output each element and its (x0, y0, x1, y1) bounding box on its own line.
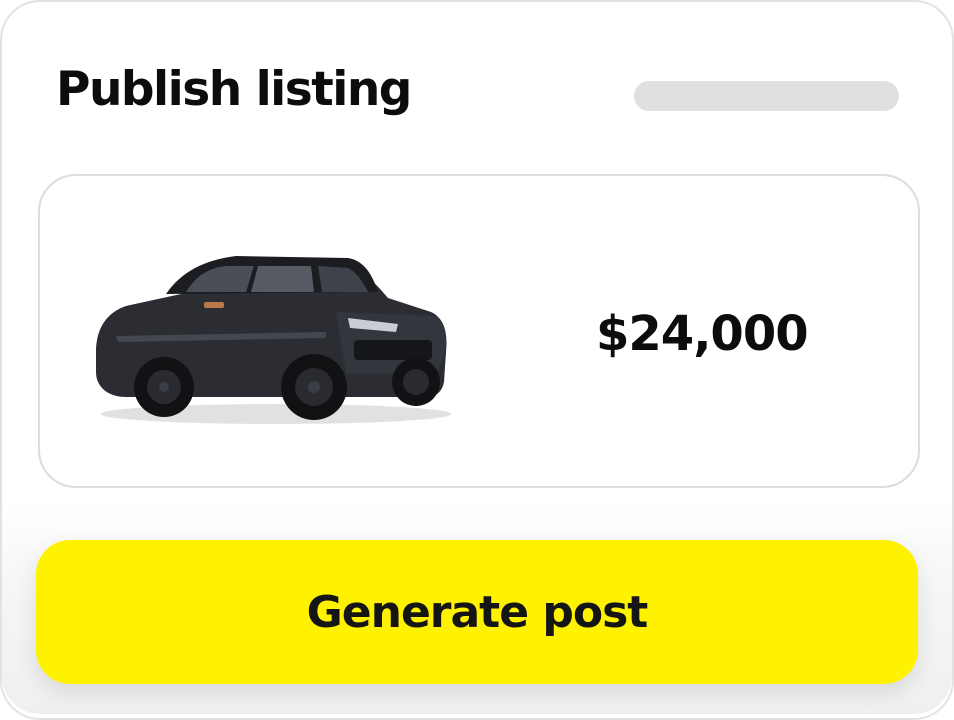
page-title: Publish listing (56, 62, 412, 117)
generate-post-button[interactable]: Generate post (36, 540, 918, 684)
listing-preview: $24,000 (38, 174, 920, 488)
car-image (96, 256, 451, 424)
listing-price: $24,000 (596, 306, 809, 362)
loading-placeholder-bar (634, 81, 899, 111)
